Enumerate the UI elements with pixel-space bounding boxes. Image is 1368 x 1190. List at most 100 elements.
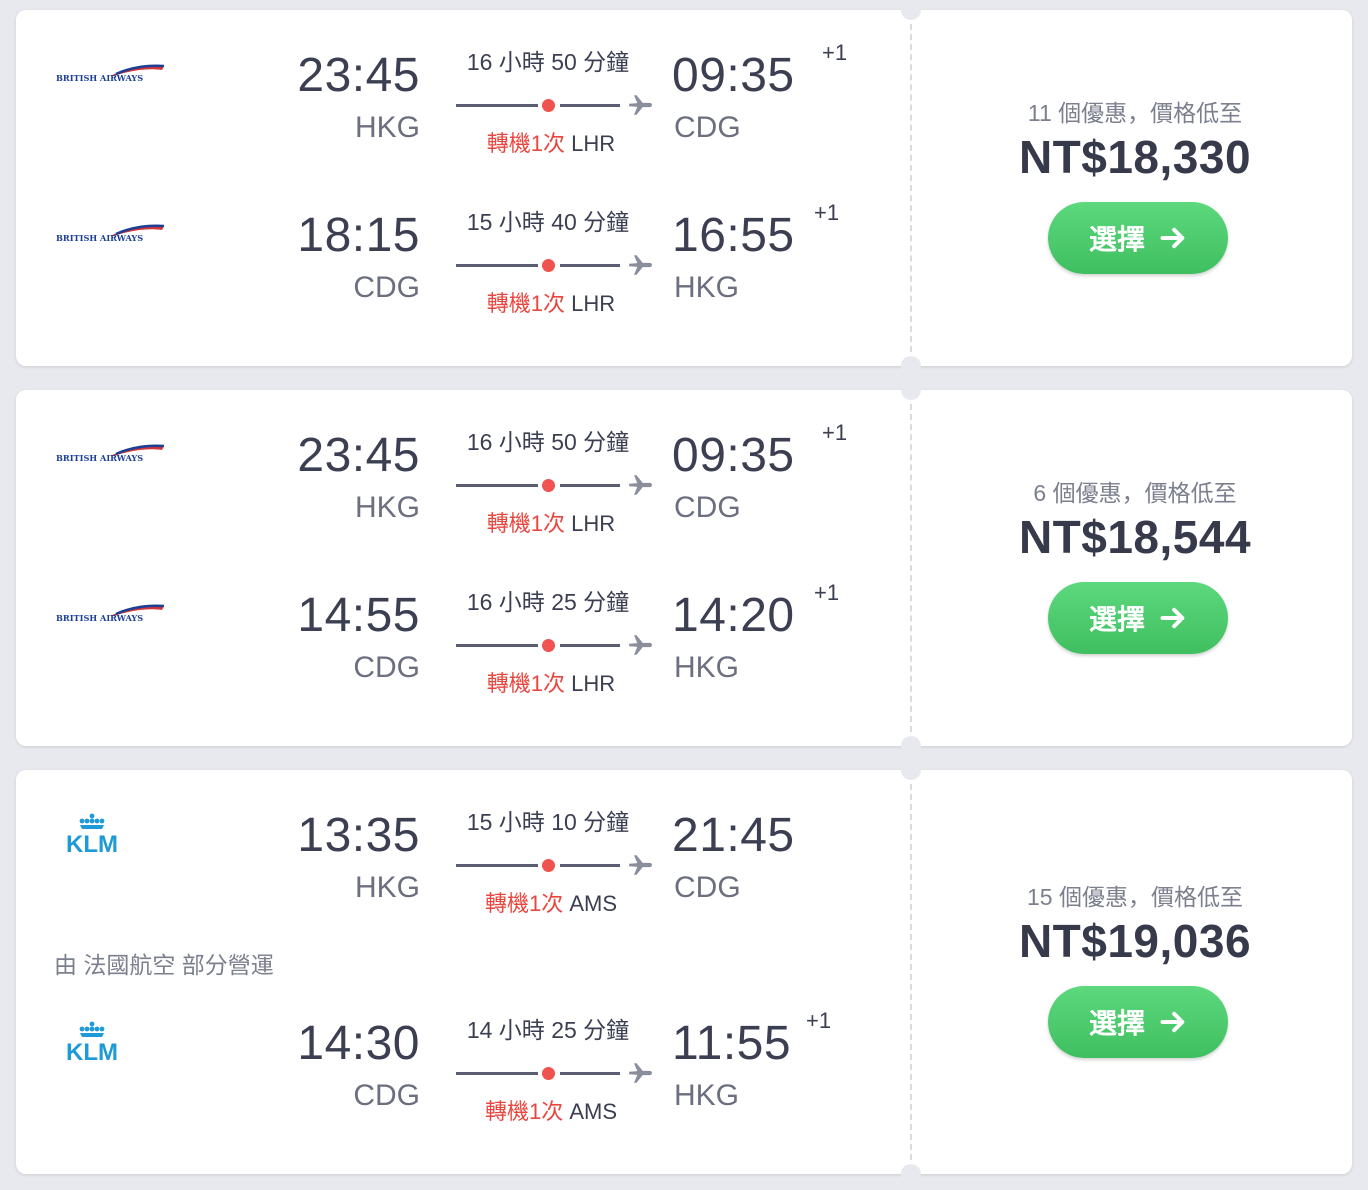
klm-logo: KLM <box>66 1021 118 1064</box>
price: NT$18,330 <box>1018 131 1252 183</box>
british-airways-logo: BRITISH AIRWAYS <box>56 64 165 83</box>
deals-count: 11 個優惠，價格低至 <box>1027 100 1243 126</box>
stop-dot <box>542 259 555 272</box>
outbound-leg: BRITISH AIRWAYS 23:45 HKG 16 小時 50 分鐘 轉機… <box>16 30 896 170</box>
stop-dot <box>542 859 555 872</box>
svg-text:BRITISH AIRWAYS: BRITISH AIRWAYS <box>56 453 143 463</box>
stop-count: 轉機1次 <box>484 891 564 916</box>
british-airways-logo: BRITISH AIRWAYS <box>56 224 165 243</box>
ticket-divider <box>910 24 912 352</box>
route-line <box>456 264 538 267</box>
route-line <box>560 264 620 267</box>
plane-icon <box>629 855 652 875</box>
next-day-badge: +1 <box>822 40 848 65</box>
stop-count: 轉機1次 <box>486 511 566 536</box>
return-leg: KLM 14:30 CDG 14 小時 25 分鐘 轉機1次 AMS 11:55… <box>16 998 896 1138</box>
arrival-airport: HKG <box>674 1079 740 1112</box>
outbound-leg: KLM 13:35 HKG 15 小時 10 分鐘 轉機1次 AMS 21:45… <box>16 790 896 930</box>
flight-duration: 15 小時 40 分鐘 <box>466 209 630 235</box>
svg-text:KLM: KLM <box>66 831 118 856</box>
route-line <box>456 644 538 647</box>
departure-time: 23:45 <box>297 429 420 482</box>
stop-count: 轉機1次 <box>486 131 566 156</box>
departure-airport: CDG <box>353 1079 420 1112</box>
departure-airport: HKG <box>354 491 420 524</box>
stop-airport: LHR <box>571 131 616 156</box>
flight-result-card[interactable]: KLM 13:35 HKG 15 小時 10 分鐘 轉機1次 AMS 21:45… <box>16 760 1352 1184</box>
flight-duration: 15 小時 10 分鐘 <box>466 809 630 835</box>
plane-icon <box>629 635 652 655</box>
next-day-badge: +1 <box>814 580 840 605</box>
route-line <box>456 1072 538 1075</box>
flight-duration: 16 小時 25 分鐘 <box>466 589 630 615</box>
stop-airport: AMS <box>569 891 618 916</box>
departure-time: 18:15 <box>297 209 420 262</box>
deals-count: 6 個優惠，價格低至 <box>1033 480 1237 506</box>
arrival-time: 14:20 <box>672 589 795 642</box>
select-button[interactable]: 選擇 <box>1048 986 1228 1058</box>
stop-count: 轉機1次 <box>486 291 566 316</box>
price-panel: 11 個優惠，價格低至 NT$18,330 選擇 <box>918 10 1352 366</box>
departure-airport: HKG <box>354 871 420 904</box>
arrival-time: 16:55 <box>672 209 795 262</box>
route-line <box>456 484 538 487</box>
stop-airport: LHR <box>571 291 616 316</box>
route-line <box>560 104 620 107</box>
route-line <box>560 1072 620 1075</box>
next-day-badge: +1 <box>814 200 840 225</box>
svg-text:BRITISH AIRWAYS: BRITISH AIRWAYS <box>56 233 143 243</box>
next-day-badge: +1 <box>822 420 848 445</box>
price: NT$19,036 <box>1018 915 1252 967</box>
british-airways-logo: BRITISH AIRWAYS <box>56 604 165 623</box>
arrival-airport: HKG <box>674 651 740 684</box>
route-line <box>456 104 538 107</box>
klm-logo: KLM <box>66 813 118 856</box>
stop-airport: LHR <box>571 671 616 696</box>
svg-text:BRITISH AIRWAYS: BRITISH AIRWAYS <box>56 73 143 83</box>
stop-dot <box>542 99 555 112</box>
stop-count: 轉機1次 <box>486 671 566 696</box>
next-day-badge: +1 <box>806 1008 832 1033</box>
flight-duration: 16 小時 50 分鐘 <box>466 429 630 455</box>
arrival-airport: HKG <box>674 271 740 304</box>
stop-dot <box>542 639 555 652</box>
stop-airport: AMS <box>569 1099 618 1124</box>
deals-count: 15 個優惠，價格低至 <box>1027 884 1243 910</box>
flight-duration: 14 小時 25 分鐘 <box>466 1017 630 1043</box>
arrival-airport: CDG <box>674 491 741 524</box>
ticket-divider <box>910 784 912 1160</box>
departure-airport: CDG <box>353 651 420 684</box>
price: NT$18,544 <box>1018 511 1252 563</box>
arrival-airport: CDG <box>674 111 741 144</box>
stop-airport: LHR <box>571 511 616 536</box>
departure-airport: CDG <box>353 271 420 304</box>
select-button[interactable]: 選擇 <box>1048 582 1228 654</box>
ticket-divider <box>910 404 912 732</box>
plane-icon <box>629 95 652 115</box>
stop-dot <box>542 479 555 492</box>
departure-time: 23:45 <box>297 49 420 102</box>
svg-text:BRITISH AIRWAYS: BRITISH AIRWAYS <box>56 613 143 623</box>
select-button-label: 選擇 <box>1088 604 1145 635</box>
route-line <box>560 484 620 487</box>
operated-by-note: 由 法國航空 部分營運 <box>54 952 274 978</box>
arrival-time: 21:45 <box>672 809 795 862</box>
arrival-airport: CDG <box>674 871 741 904</box>
flight-result-card[interactable]: BRITISH AIRWAYS 23:45 HKG 16 小時 50 分鐘 轉機… <box>16 0 1352 376</box>
svg-text:KLM: KLM <box>66 1039 118 1064</box>
route-line <box>560 644 620 647</box>
arrival-time: 11:55 <box>672 1017 792 1070</box>
stop-count: 轉機1次 <box>484 1099 564 1124</box>
select-button-label: 選擇 <box>1088 224 1145 255</box>
route-line <box>560 864 620 867</box>
british-airways-logo: BRITISH AIRWAYS <box>56 444 165 463</box>
flight-result-card[interactable]: BRITISH AIRWAYS 23:45 HKG 16 小時 50 分鐘 轉機… <box>16 380 1352 756</box>
price-panel: 6 個優惠，價格低至 NT$18,544 選擇 <box>918 390 1352 746</box>
select-button[interactable]: 選擇 <box>1048 202 1228 274</box>
select-button-label: 選擇 <box>1088 1008 1145 1039</box>
outbound-leg: BRITISH AIRWAYS 23:45 HKG 16 小時 50 分鐘 轉機… <box>16 410 896 550</box>
plane-icon <box>629 1063 652 1083</box>
route-line <box>456 864 538 867</box>
departure-airport: HKG <box>354 111 420 144</box>
return-leg: BRITISH AIRWAYS 14:55 CDG 16 小時 25 分鐘 轉機… <box>16 570 896 710</box>
